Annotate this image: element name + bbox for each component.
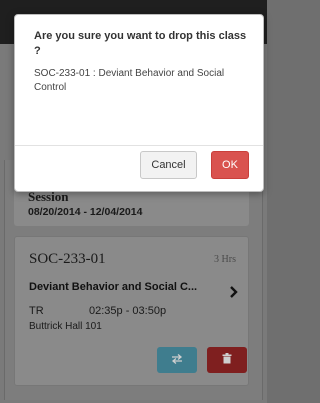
drop-confirm-dialog: Are you sure you want to drop this class… <box>14 14 264 192</box>
cancel-button[interactable]: Cancel <box>140 151 197 179</box>
drop-class-button[interactable] <box>207 347 247 373</box>
dialog-divider <box>15 145 263 146</box>
course-card[interactable]: SOC-233-01 3 Hrs Deviant Behavior and So… <box>14 236 249 386</box>
course-days: TR <box>29 305 44 317</box>
course-hours: 3 Hrs <box>214 254 236 265</box>
swap-arrows-icon <box>171 353 183 367</box>
course-location: Buttrick Hall 101 <box>29 321 102 332</box>
session-dates: 08/20/2014 - 12/04/2014 <box>28 206 143 218</box>
course-time: 02:35p - 03:50p <box>89 305 167 317</box>
ok-button[interactable]: OK <box>211 151 249 179</box>
trash-icon <box>222 353 232 367</box>
dialog-title: Are you sure you want to drop this class… <box>34 30 247 57</box>
dialog-message: SOC-233-01 : Deviant Behavior and Social… <box>34 68 225 93</box>
course-code: SOC-233-01 <box>29 251 106 267</box>
chevron-right-icon[interactable] <box>229 285 238 301</box>
course-title: Deviant Behavior and Social C... <box>29 281 198 293</box>
swap-class-button[interactable] <box>157 347 197 373</box>
